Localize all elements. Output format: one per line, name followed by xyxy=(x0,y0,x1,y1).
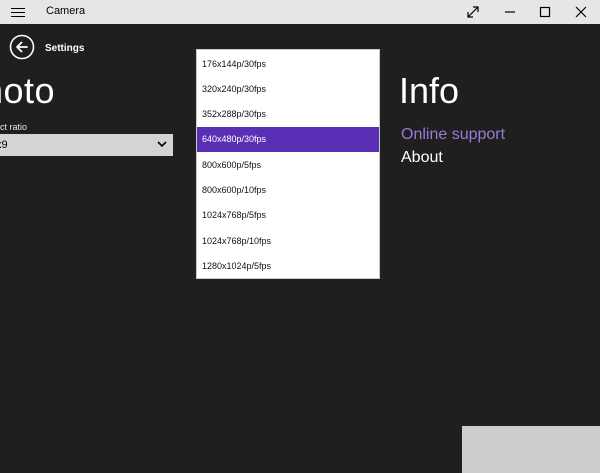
about-link[interactable]: About xyxy=(401,149,443,167)
hamburger-icon[interactable] xyxy=(11,5,25,19)
title-bar: Camera xyxy=(0,0,600,24)
maximize-icon xyxy=(539,6,551,18)
aspect-ratio-select[interactable]: x9 xyxy=(0,134,173,156)
resolution-option-selected[interactable]: 640x480p/30fps xyxy=(197,127,379,152)
resolution-option[interactable]: 800x600p/5fps xyxy=(197,153,379,178)
minimize-button[interactable] xyxy=(493,0,527,24)
close-icon xyxy=(575,6,587,18)
maximize-button[interactable] xyxy=(528,0,562,24)
close-button[interactable] xyxy=(564,0,598,24)
app-title: Camera xyxy=(46,5,86,17)
watermark-logo xyxy=(462,426,600,473)
photo-section-heading: hoto xyxy=(0,70,56,111)
resolution-option[interactable]: 176x144p/30fps xyxy=(197,52,379,77)
resolution-option[interactable]: 1280x1024p/5fps xyxy=(197,254,379,279)
resolution-option[interactable]: 352x288p/30fps xyxy=(197,102,379,127)
fullscreen-icon xyxy=(467,6,479,18)
resolution-option[interactable]: 1024x768p/10fps xyxy=(197,229,379,254)
page-title: Settings xyxy=(45,43,85,54)
fullscreen-button[interactable] xyxy=(456,0,490,24)
resolution-option[interactable]: 1024x768p/5fps xyxy=(197,203,379,228)
aspect-ratio-value: x9 xyxy=(0,139,8,151)
info-section-heading: Info xyxy=(399,70,460,111)
back-button[interactable] xyxy=(9,34,35,60)
aspect-ratio-label: ect ratio xyxy=(0,122,28,132)
minimize-icon xyxy=(505,11,515,13)
resolution-option[interactable]: 320x240p/30fps xyxy=(197,77,379,102)
back-arrow-icon xyxy=(9,34,35,60)
resolution-option[interactable]: 800x600p/10fps xyxy=(197,178,379,203)
chevron-down-icon xyxy=(157,141,167,148)
online-support-link[interactable]: Online support xyxy=(401,126,505,144)
resolution-dropdown-list: 176x144p/30fps 320x240p/30fps 352x288p/3… xyxy=(196,49,380,279)
